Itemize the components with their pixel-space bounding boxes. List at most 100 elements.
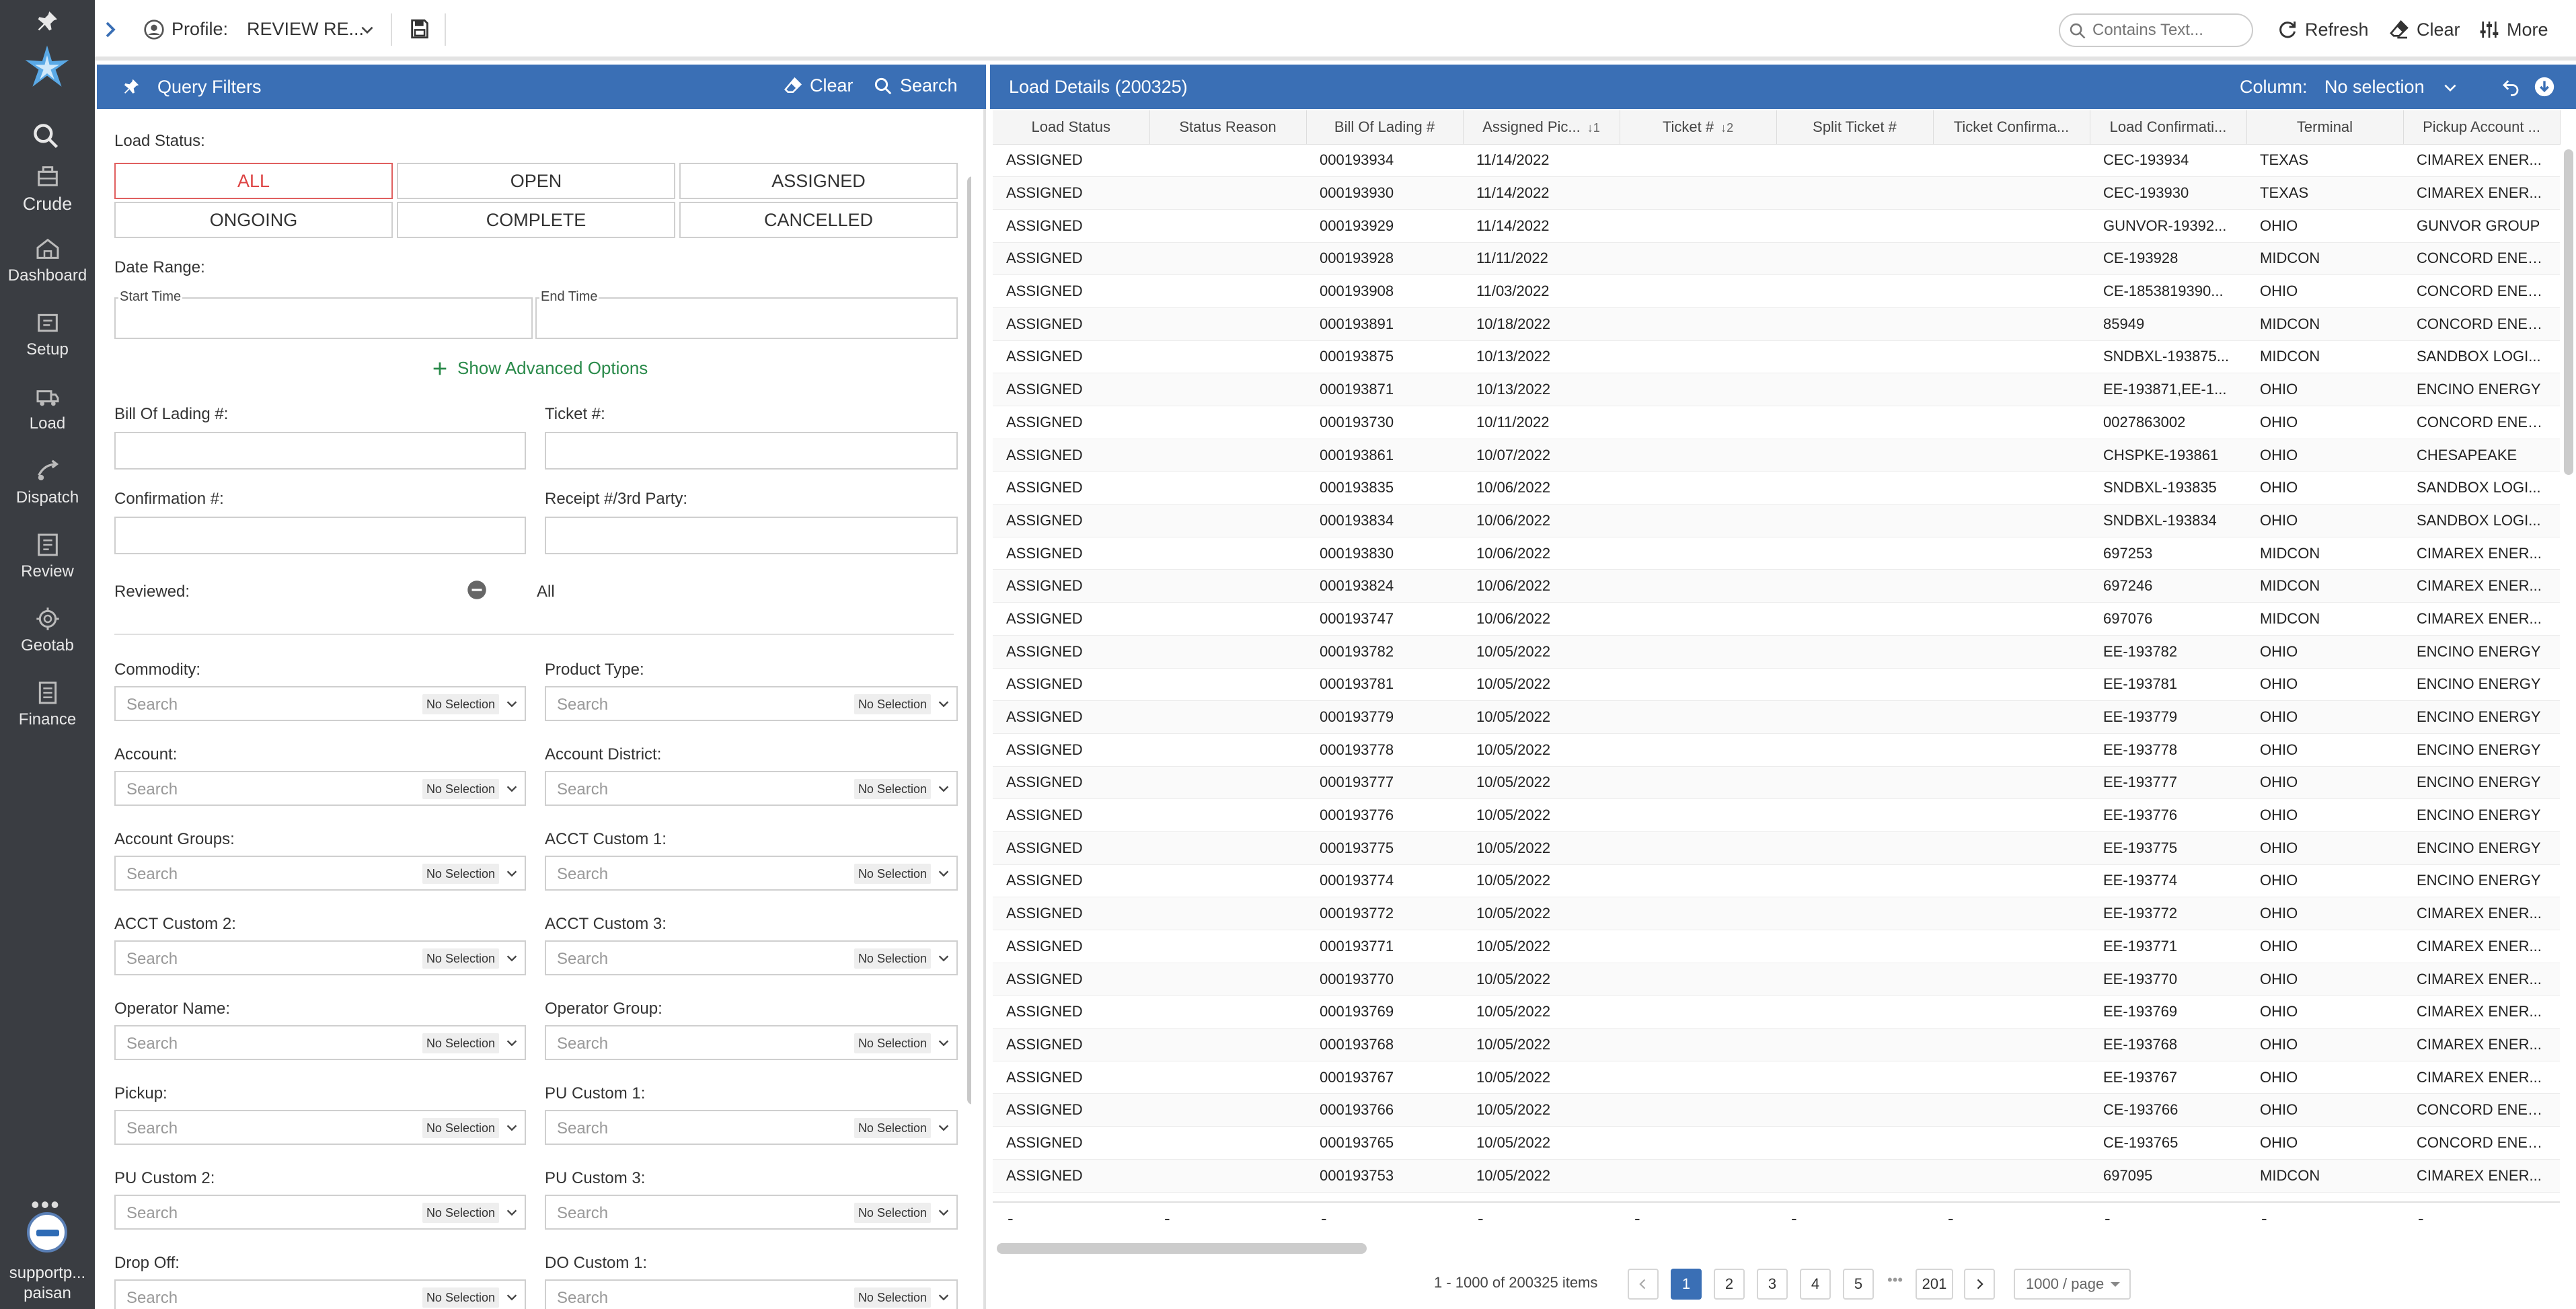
table-row[interactable]: ASSIGNED 000193772 10/05/2022 EE-193772 OHIO… [993, 897, 2560, 930]
table-row[interactable]: ASSIGNED 000193830 10/06/2022 697253 MIDCON C… [993, 537, 2560, 570]
table-row[interactable]: ASSIGNED 000193871 10/13/2022 EE-193871,EE-… [993, 373, 2560, 406]
pu-custom-2-multiselect[interactable]: Search No Selection [114, 1195, 526, 1230]
product-type-multiselect[interactable]: Search No Selection [545, 686, 958, 721]
table-row[interactable]: ASSIGNED 000193769 10/05/2022 EE-193769 OHIO… [993, 995, 2560, 1029]
page-size-select[interactable]: 1000 / page [2014, 1269, 2131, 1300]
page-1-button[interactable]: 1 [1671, 1269, 1702, 1300]
chevron-down-icon[interactable] [936, 951, 951, 966]
pickup-multiselect[interactable]: Search No Selection [114, 1110, 526, 1145]
table-row[interactable]: ASSIGNED 000193781 10/05/2022 EE-193781 OHIO… [993, 668, 2560, 702]
operator-group-multiselect[interactable]: Search No Selection [545, 1025, 958, 1060]
search-icon[interactable] [31, 121, 61, 151]
table-row[interactable]: ASSIGNED 000193930 11/14/2022 CEC-193930 TEX… [993, 176, 2560, 210]
drop-off-multiselect[interactable]: Search No Selection [114, 1279, 526, 1309]
table-row[interactable]: ASSIGNED 000193891 10/18/2022 85949 MIDCON CO… [993, 307, 2560, 341]
acct-custom-2-multiselect[interactable]: Search No Selection [114, 940, 526, 975]
pin-icon[interactable] [34, 8, 61, 35]
acct-custom-1-multiselect[interactable]: Search No Selection [545, 856, 958, 891]
column-header[interactable]: Load Status [993, 110, 1150, 145]
pu-custom-1-multiselect[interactable]: Search No Selection [545, 1110, 958, 1145]
table-horizontal-scrollbar[interactable] [997, 1243, 1367, 1254]
confirmation-input[interactable] [114, 517, 526, 554]
table-row[interactable]: ASSIGNED 000193771 10/05/2022 EE-193771 OHIO… [993, 930, 2560, 963]
sort-indicator-icon[interactable]: ↓2 [1720, 121, 1733, 135]
minus-circle-icon[interactable] [467, 580, 487, 600]
table-row[interactable]: ASSIGNED 000193774 10/05/2022 EE-193774 OHIO… [993, 864, 2560, 898]
chevron-down-icon[interactable] [504, 1290, 519, 1305]
chevron-down-icon[interactable] [936, 1036, 951, 1051]
table-row[interactable]: ASSIGNED 000193770 10/05/2022 EE-193770 OHIO… [993, 963, 2560, 996]
status-complete-button[interactable]: COMPLETE [397, 202, 675, 238]
table-row[interactable]: ASSIGNED 000193775 10/05/2022 EE-193775 OHIO… [993, 831, 2560, 865]
chevron-down-icon[interactable] [504, 697, 519, 712]
table-row[interactable]: ASSIGNED 000193777 10/05/2022 EE-193777 OHIO… [993, 766, 2560, 800]
table-row[interactable]: ASSIGNED 000193778 10/05/2022 EE-193778 OHIO… [993, 733, 2560, 767]
nav-item-dashboard[interactable]: Dashboard [0, 235, 95, 296]
column-select[interactable]: No selection [2324, 77, 2425, 98]
nav-item-finance[interactable]: Finance [0, 679, 95, 740]
table-row[interactable]: ASSIGNED 000193730 10/11/2022 0027863002 OHI… [993, 406, 2560, 439]
nav-item-setup[interactable]: Setup [0, 309, 95, 370]
refresh-button[interactable]: Refresh [2277, 16, 2369, 43]
column-header[interactable]: Assigned Pic... ↓1 [1463, 110, 1620, 145]
table-row[interactable]: ASSIGNED 000193782 10/05/2022 EE-193782 OHIO… [993, 635, 2560, 669]
chevron-down-icon[interactable] [936, 697, 951, 712]
table-row[interactable]: ASSIGNED 000193765 10/05/2022 CE-193765 OHIO… [993, 1126, 2560, 1160]
do-custom-1-multiselect[interactable]: Search No Selection [545, 1279, 958, 1309]
chevron-down-icon[interactable] [2441, 79, 2459, 97]
page-4-button[interactable]: 4 [1800, 1269, 1831, 1300]
acct-custom-3-multiselect[interactable]: Search No Selection [545, 940, 958, 975]
table-row[interactable]: ASSIGNED 000193767 10/05/2022 EE-193767 OHIO… [993, 1061, 2560, 1094]
page-5-button[interactable]: 5 [1843, 1269, 1874, 1300]
nav-item-dispatch[interactable]: Dispatch [0, 457, 95, 518]
end-time-field[interactable]: End Time [535, 289, 958, 339]
filters-clear-button[interactable]: Clear [783, 75, 854, 96]
global-search[interactable] [2059, 13, 2253, 47]
clear-button[interactable]: Clear [2388, 16, 2460, 43]
chevron-down-icon[interactable] [504, 866, 519, 881]
chevron-down-icon[interactable] [504, 951, 519, 966]
avatar[interactable] [27, 1212, 67, 1252]
table-row[interactable]: ASSIGNED 000193928 11/11/2022 CE-193928 MIDC… [993, 242, 2560, 276]
column-header[interactable]: Ticket # ↓2 [1620, 110, 1777, 145]
chevron-down-icon[interactable] [504, 1121, 519, 1135]
filters-scrollbar[interactable] [967, 176, 971, 1105]
operator-name-multiselect[interactable]: Search No Selection [114, 1025, 526, 1060]
commodity-multiselect[interactable]: Search No Selection [114, 686, 526, 721]
sort-indicator-icon[interactable]: ↓1 [1587, 121, 1600, 135]
nav-item-load[interactable]: Load [0, 383, 95, 444]
table-row[interactable]: ASSIGNED 000193835 10/06/2022 SNDBXL-193835… [993, 471, 2560, 505]
table-row[interactable]: ASSIGNED 000193834 10/06/2022 SNDBXL-193834… [993, 504, 2560, 537]
column-header[interactable]: Load Confirmati... [2090, 110, 2247, 145]
more-button[interactable]: More [2478, 16, 2548, 43]
table-row[interactable]: ASSIGNED 000193934 11/14/2022 CEC-193934 TEX… [993, 144, 2560, 178]
chevron-down-icon[interactable] [936, 782, 951, 796]
table-row[interactable]: ASSIGNED 000193875 10/13/2022 SNDBXL-193875… [993, 340, 2560, 374]
nav-item-review[interactable]: Review [0, 531, 95, 592]
table-row[interactable]: ASSIGNED 000193753 10/05/2022 697095 MIDCON C… [993, 1159, 2560, 1193]
global-search-input[interactable] [2092, 19, 2247, 42]
table-row[interactable]: ASSIGNED 000193908 11/03/2022 CE-1853819390… [993, 274, 2560, 308]
undo-icon[interactable] [2501, 77, 2521, 97]
bol-input[interactable] [114, 432, 526, 470]
show-advanced-options-button[interactable]: Show Advanced Options [430, 358, 648, 379]
ticket-input[interactable] [545, 432, 958, 470]
page-last-button[interactable]: 201 [1916, 1269, 1953, 1300]
column-header[interactable]: Ticket Confirma... [1933, 110, 2090, 145]
save-icon[interactable] [408, 17, 431, 40]
table-row[interactable]: ASSIGNED 000193747 10/06/2022 697076 MIDCON C… [993, 602, 2560, 636]
table-row[interactable]: ASSIGNED 000193768 10/05/2022 EE-193768 OHIO… [993, 1028, 2560, 1061]
chevron-down-icon[interactable] [504, 782, 519, 796]
column-header[interactable]: Terminal [2246, 110, 2404, 145]
receipt-input[interactable] [545, 517, 958, 554]
chevron-down-icon[interactable] [504, 1205, 519, 1220]
chevron-down-icon[interactable] [936, 1121, 951, 1135]
expand-nav-chevron-icon[interactable] [100, 17, 120, 42]
page-2-button[interactable]: 2 [1714, 1269, 1745, 1300]
pagination-ellipsis[interactable]: ••• [1887, 1271, 1903, 1289]
status-all-button[interactable]: ALL [114, 163, 393, 199]
status-open-button[interactable]: OPEN [397, 163, 675, 199]
chevron-down-icon[interactable] [358, 22, 376, 39]
next-page-button[interactable] [1964, 1269, 1995, 1300]
table-row[interactable]: ASSIGNED 000193929 11/14/2022 GUNVOR-19392.… [993, 209, 2560, 243]
